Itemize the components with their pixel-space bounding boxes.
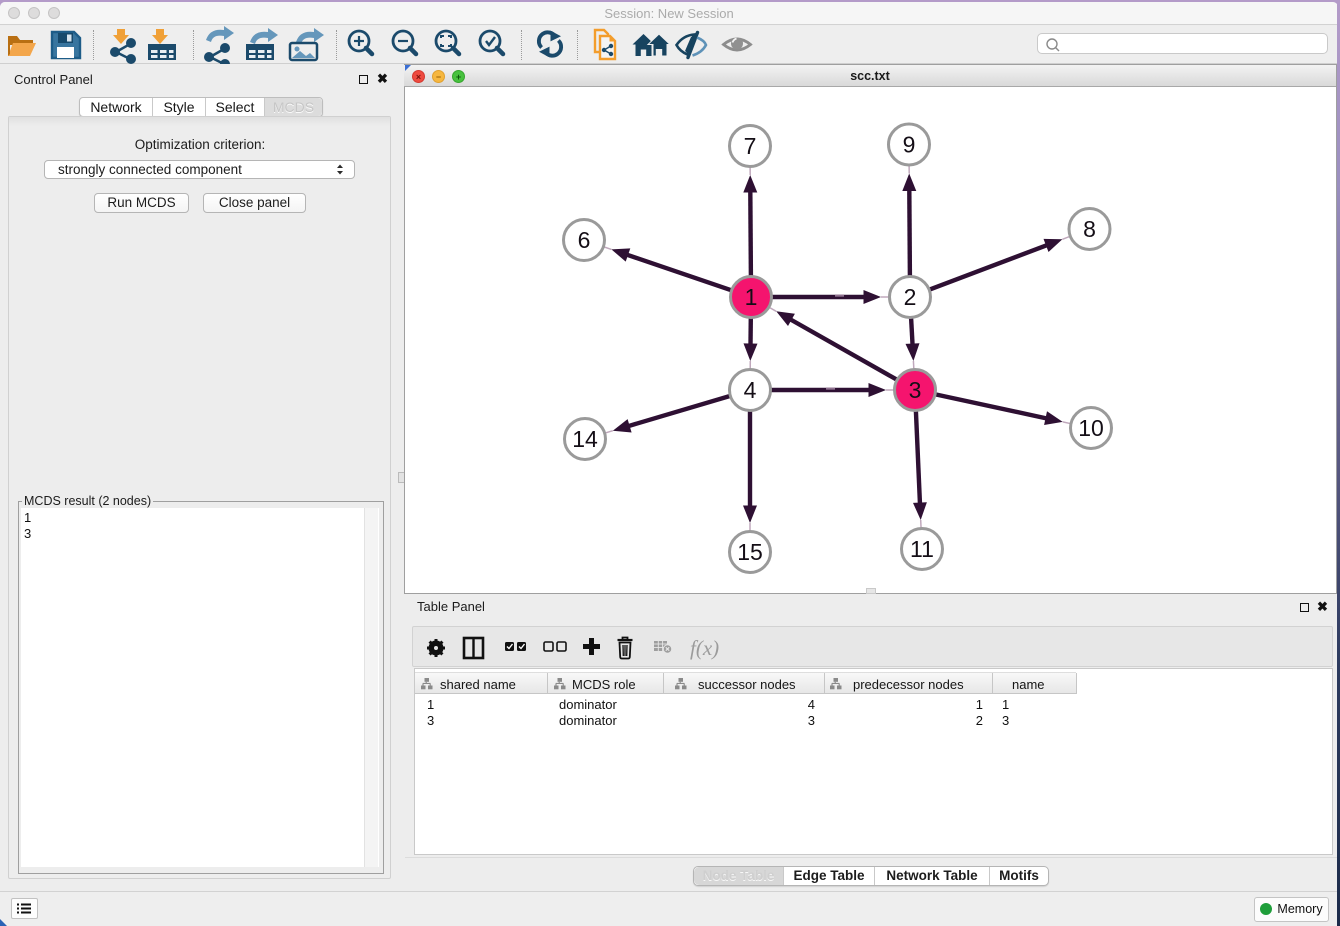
svg-text:1: 1 (745, 284, 758, 310)
svg-text:7: 7 (744, 133, 757, 159)
svg-text:10: 10 (1078, 415, 1104, 441)
svg-text:15: 15 (737, 539, 763, 565)
svg-text:8: 8 (1083, 216, 1096, 242)
svg-text:11: 11 (910, 536, 934, 562)
svg-text:14: 14 (572, 426, 598, 452)
svg-text:9: 9 (903, 132, 916, 158)
svg-text:f(x): f(x) (690, 636, 719, 660)
svg-text:6: 6 (578, 227, 591, 253)
svg-text:2: 2 (904, 284, 917, 310)
svg-text:3: 3 (909, 377, 922, 403)
svg-text:4: 4 (744, 377, 757, 403)
